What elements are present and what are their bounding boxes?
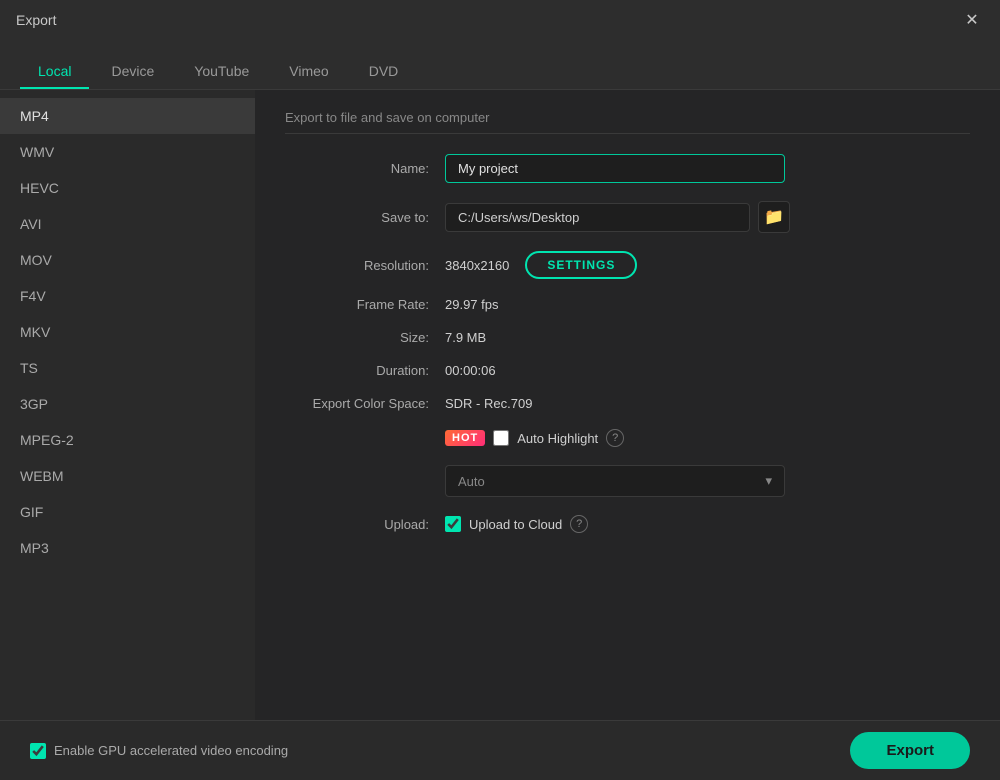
name-label: Name:: [285, 161, 445, 176]
frame-rate-label: Frame Rate:: [285, 297, 445, 312]
resolution-value-row: 3840x2160 SETTINGS: [445, 251, 637, 279]
auto-dropdown[interactable]: Auto ▾: [445, 465, 785, 497]
auto-highlight-checkbox[interactable]: [493, 430, 509, 446]
main-panel: Export to file and save on computer Name…: [255, 90, 1000, 720]
sidebar-item-gif[interactable]: GIF: [0, 494, 255, 530]
tab-youtube[interactable]: YouTube: [176, 53, 267, 89]
sidebar-item-3gp[interactable]: 3GP: [0, 386, 255, 422]
save-to-row: Save to: 📁: [285, 201, 970, 233]
export-window: Export ✕ Local Device YouTube Vimeo DVD …: [0, 0, 1000, 780]
folder-button[interactable]: 📁: [758, 201, 790, 233]
tab-vimeo[interactable]: Vimeo: [271, 53, 346, 89]
sidebar-item-ts[interactable]: TS: [0, 350, 255, 386]
size-row: Size: 7.9 MB: [285, 330, 970, 345]
title-bar: Export ✕: [0, 0, 1000, 40]
resolution-label: Resolution:: [285, 258, 445, 273]
sidebar-item-mp3[interactable]: MP3: [0, 530, 255, 566]
gpu-row: Enable GPU accelerated video encoding: [30, 743, 288, 759]
resolution-row: Resolution: 3840x2160 SETTINGS: [285, 251, 970, 279]
sidebar-item-mov[interactable]: MOV: [0, 242, 255, 278]
duration-value: 00:00:06: [445, 363, 496, 378]
color-space-row: Export Color Space: SDR - Rec.709: [285, 396, 970, 411]
window-title: Export: [16, 12, 56, 28]
upload-controls: Upload to Cloud ?: [445, 515, 588, 533]
save-to-label: Save to:: [285, 210, 445, 225]
tab-device[interactable]: Device: [93, 53, 172, 89]
size-value: 7.9 MB: [445, 330, 486, 345]
upload-to-cloud-label: Upload to Cloud: [469, 517, 562, 532]
path-row: 📁: [445, 201, 790, 233]
section-title: Export to file and save on computer: [285, 110, 970, 134]
settings-button[interactable]: SETTINGS: [525, 251, 637, 279]
sidebar-item-avi[interactable]: AVI: [0, 206, 255, 242]
upload-label: Upload:: [285, 517, 445, 532]
auto-dropdown-value: Auto: [458, 474, 485, 489]
export-button[interactable]: Export: [850, 732, 970, 769]
name-row: Name:: [285, 154, 970, 183]
upload-to-cloud-checkbox[interactable]: [445, 516, 461, 532]
auto-highlight-label: Auto Highlight: [517, 431, 598, 446]
sidebar-item-mpeg2[interactable]: MPEG-2: [0, 422, 255, 458]
tab-bar: Local Device YouTube Vimeo DVD: [0, 40, 1000, 90]
resolution-value: 3840x2160: [445, 258, 509, 273]
frame-rate-value: 29.97 fps: [445, 297, 499, 312]
tab-dvd[interactable]: DVD: [351, 53, 417, 89]
folder-icon: 📁: [764, 207, 784, 227]
chevron-down-icon: ▾: [765, 473, 772, 489]
close-button[interactable]: ✕: [960, 8, 984, 32]
auto-highlight-controls: HOT Auto Highlight ?: [445, 429, 624, 447]
sidebar-item-hevc[interactable]: HEVC: [0, 170, 255, 206]
duration-row: Duration: 00:00:06: [285, 363, 970, 378]
sidebar-item-mkv[interactable]: MKV: [0, 314, 255, 350]
size-label: Size:: [285, 330, 445, 345]
sidebar-item-f4v[interactable]: F4V: [0, 278, 255, 314]
color-space-label: Export Color Space:: [285, 396, 445, 411]
sidebar-item-mp4[interactable]: MP4: [0, 98, 255, 134]
hot-badge: HOT: [445, 430, 485, 446]
auto-highlight-help-icon[interactable]: ?: [606, 429, 624, 447]
frame-rate-row: Frame Rate: 29.97 fps: [285, 297, 970, 312]
tab-local[interactable]: Local: [20, 53, 89, 89]
duration-label: Duration:: [285, 363, 445, 378]
upload-help-icon[interactable]: ?: [570, 515, 588, 533]
name-input[interactable]: [445, 154, 785, 183]
color-space-value: SDR - Rec.709: [445, 396, 532, 411]
upload-row: Upload: Upload to Cloud ?: [285, 515, 970, 533]
bottom-bar: Enable GPU accelerated video encoding Ex…: [0, 720, 1000, 780]
save-path-input[interactable]: [445, 203, 750, 232]
sidebar-item-wmv[interactable]: WMV: [0, 134, 255, 170]
gpu-label: Enable GPU accelerated video encoding: [54, 743, 288, 758]
content-area: MP4 WMV HEVC AVI MOV F4V MKV TS 3GP MPEG…: [0, 90, 1000, 720]
sidebar-item-webm[interactable]: WEBM: [0, 458, 255, 494]
format-sidebar: MP4 WMV HEVC AVI MOV F4V MKV TS 3GP MPEG…: [0, 90, 255, 720]
auto-highlight-row: HOT Auto Highlight ?: [285, 429, 970, 447]
gpu-checkbox[interactable]: [30, 743, 46, 759]
